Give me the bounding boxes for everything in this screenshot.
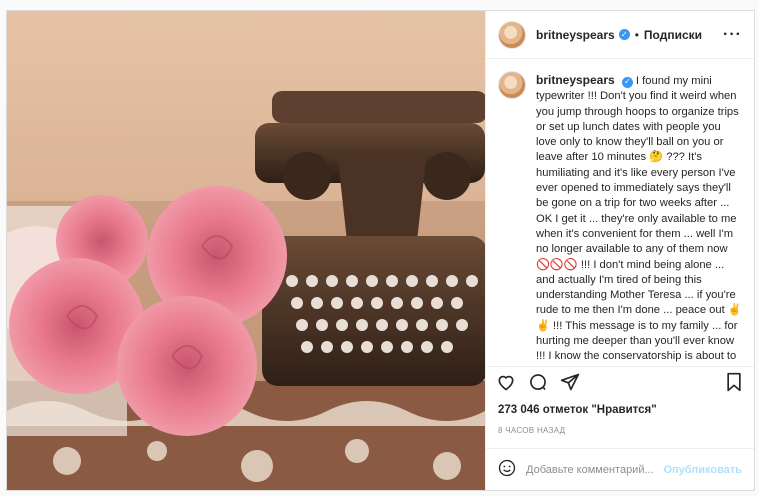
post-header: britneyspears ✓ • Подписки ···	[486, 11, 754, 59]
typewriter-roses-image	[7, 11, 485, 490]
bookmark-icon[interactable]	[724, 372, 744, 397]
post-time[interactable]: 8 ЧАСОВ НАЗАД	[486, 422, 754, 448]
separator-dot: •	[634, 27, 639, 42]
share-icon[interactable]	[560, 372, 580, 397]
add-comment-bar: Добавьте комментарий... Опубликовать	[486, 448, 754, 490]
comment-input[interactable]: Добавьте комментарий...	[526, 464, 659, 476]
following-button[interactable]: Подписки	[644, 28, 702, 42]
post-photo[interactable]	[7, 11, 485, 490]
emoji-icon[interactable]	[498, 459, 516, 480]
post-card: britneyspears ✓ • Подписки ··· britneysp…	[6, 10, 755, 491]
heart-icon[interactable]	[496, 372, 516, 397]
caption-body: I found my mini typewriter !!! Don't you…	[536, 75, 742, 366]
publish-button[interactable]: Опубликовать	[663, 464, 742, 476]
verified-badge-icon: ✓	[618, 29, 630, 40]
likes-count[interactable]: 273 046 отметок "Нравится"	[486, 402, 754, 422]
caption-username-link[interactable]: britneyspears	[536, 73, 615, 87]
avatar[interactable]	[498, 20, 526, 49]
caption-text: britneyspears ✓ I found my mini typewrit…	[536, 73, 742, 366]
post-sidebar: britneyspears ✓ • Подписки ··· britneysp…	[485, 11, 754, 490]
more-options-icon[interactable]: ···	[723, 26, 742, 44]
username-link[interactable]: britneyspears	[536, 28, 615, 42]
caption-avatar[interactable]	[498, 71, 526, 99]
action-bar	[486, 366, 754, 402]
comments-area[interactable]: britneyspears ✓ I found my mini typewrit…	[486, 59, 754, 366]
verified-badge-icon: ✓	[621, 76, 633, 88]
comment-icon[interactable]	[528, 372, 548, 397]
